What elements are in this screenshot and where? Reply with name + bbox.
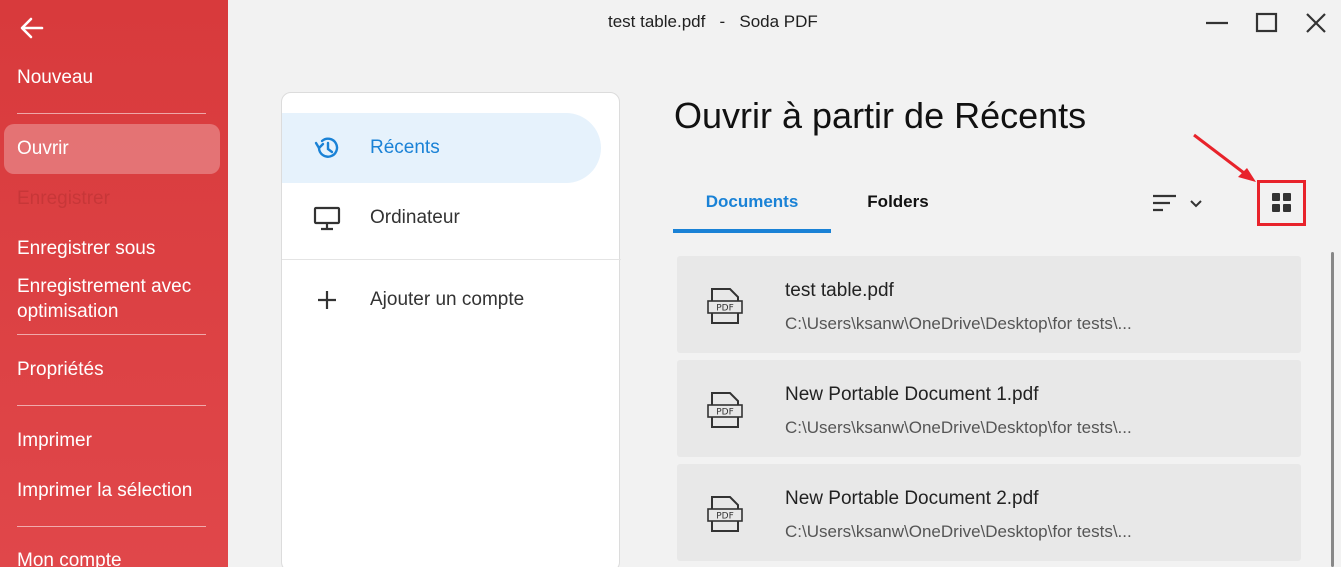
title-separator: -: [719, 12, 726, 31]
sidebar-divider: [17, 334, 206, 335]
file-name: New Portable Document 1.pdf: [785, 384, 1039, 405]
source-item-recents[interactable]: Récents: [282, 113, 601, 183]
title-bar: test table.pdf - Soda PDF: [228, 0, 1341, 44]
source-label: Récents: [370, 137, 440, 158]
source-label: Ordinateur: [370, 207, 460, 228]
pdf-icon-label: PDF: [716, 512, 734, 522]
file-row[interactable]: PDF New Portable Document 1.pdf C:\Users…: [677, 360, 1301, 457]
chevron-down-icon: [1190, 200, 1202, 208]
pdf-file-icon: PDF: [707, 496, 743, 532]
pdf-icon-label: PDF: [716, 408, 734, 418]
file-row[interactable]: PDF New Portable Document 2.pdf C:\Users…: [677, 464, 1301, 561]
sidebar-item-imprimer-selection[interactable]: Imprimer la sélection: [17, 478, 192, 503]
history-icon: [312, 133, 342, 163]
sidebar-divider: [17, 113, 206, 114]
minimize-icon[interactable]: [1202, 8, 1232, 38]
source-label: Ajouter un compte: [370, 289, 525, 310]
monitor-icon: [312, 203, 342, 233]
tab-folders[interactable]: Folders: [858, 180, 938, 233]
file-name: New Portable Document 2.pdf: [785, 488, 1039, 509]
sidebar-divider: [17, 405, 206, 406]
source-item-ajouter-compte[interactable]: Ajouter un compte: [282, 265, 621, 335]
source-item-ordinateur[interactable]: Ordinateur: [282, 183, 621, 253]
file-path: C:\Users\ksanw\OneDrive\Desktop\for test…: [785, 418, 1132, 437]
tab-documents[interactable]: Documents: [673, 180, 831, 233]
pdf-icon-label: PDF: [716, 304, 734, 314]
sort-icon: [1153, 194, 1176, 212]
scrollbar[interactable]: [1331, 252, 1334, 567]
sidebar-item-enregistrement-optimisation[interactable]: Enregistrement avec optimisation: [17, 274, 217, 324]
sidebar-item-ouvrir[interactable]: Ouvrir: [4, 124, 220, 174]
source-panel: Récents Ordinateur Ajouter un compte: [281, 92, 621, 567]
sidebar-item-enregistrer-sous[interactable]: Enregistrer sous: [17, 236, 155, 261]
pdf-file-icon: PDF: [707, 288, 743, 324]
sidebar-item-mon-compte[interactable]: Mon compte: [17, 548, 122, 567]
window-title: test table.pdf - Soda PDF: [608, 12, 818, 32]
app-name: Soda PDF: [739, 12, 818, 31]
file-path: C:\Users\ksanw\OneDrive\Desktop\for test…: [785, 522, 1132, 541]
pdf-file-icon: PDF: [707, 392, 743, 428]
sidebar: Nouveau Ouvrir Enregistrer Enregistrer s…: [0, 0, 228, 567]
sidebar-divider: [17, 526, 206, 527]
sort-button[interactable]: [1150, 190, 1208, 216]
sidebar-item-imprimer[interactable]: Imprimer: [17, 428, 92, 453]
file-name: test table.pdf: [785, 280, 894, 301]
back-arrow-icon[interactable]: [18, 14, 46, 42]
document-title: test table.pdf: [608, 12, 706, 31]
plus-icon: [312, 285, 342, 315]
sidebar-item-proprietes[interactable]: Propriétés: [17, 357, 104, 382]
page-title: Ouvrir à partir de Récents: [674, 95, 1087, 136]
annotation-arrow-icon: [1193, 133, 1256, 182]
file-path: C:\Users\ksanw\OneDrive\Desktop\for test…: [785, 314, 1132, 333]
sidebar-item-nouveau[interactable]: Nouveau: [17, 65, 93, 90]
maximize-icon[interactable]: [1252, 8, 1282, 38]
file-row[interactable]: PDF test table.pdf C:\Users\ksanw\OneDri…: [677, 256, 1301, 353]
sidebar-item-enregistrer: Enregistrer: [17, 188, 110, 209]
close-icon[interactable]: [1301, 8, 1331, 38]
card-divider: [282, 259, 621, 260]
